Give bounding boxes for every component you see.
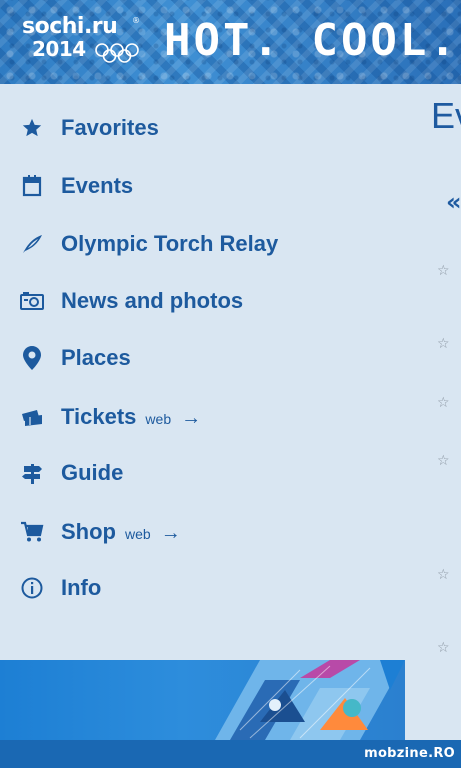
registered-mark: ® [132, 16, 140, 25]
menu-label: Guide [61, 460, 124, 485]
app-header: sochi.ru ® 2014 HOT. COOL. YO [0, 0, 461, 84]
signpost-icon [20, 461, 44, 485]
favorite-star-icon[interactable]: ☆ [437, 641, 450, 655]
calendar-icon [20, 174, 44, 198]
external-arrow-icon: → [181, 407, 202, 429]
torch-flame-icon [20, 232, 44, 256]
menu-item-events[interactable]: Events [0, 160, 400, 212]
peek-back-chevron[interactable]: « [446, 190, 461, 214]
watermark-text: mobzine.RO [364, 746, 455, 761]
menu-label: Shop [61, 519, 116, 544]
cart-icon [20, 520, 44, 544]
favorite-star-icon[interactable]: ☆ [437, 337, 450, 351]
menu-item-news-photos[interactable]: News and photos [0, 275, 400, 327]
logo-site-text: sochi.ru [22, 14, 118, 39]
map-pin-icon [20, 346, 44, 370]
menu-label: News and photos [61, 288, 244, 313]
star-icon [20, 116, 44, 140]
web-tag: web [145, 411, 172, 427]
peek-panel-title: Ev [431, 95, 461, 136]
menu-item-guide[interactable]: Guide [0, 447, 400, 499]
menu-label: Olympic Torch Relay [61, 231, 279, 256]
sochi-logo: sochi.ru ® 2014 [22, 16, 142, 68]
header-slogan: HOT. COOL. YO [164, 15, 461, 66]
menu-item-places[interactable]: Places [0, 332, 400, 384]
camera-news-icon [20, 289, 44, 313]
menu-label: Tickets [61, 404, 137, 429]
menu-item-favorites[interactable]: Favorites [0, 102, 400, 154]
info-icon [20, 576, 44, 600]
menu-item-shop[interactable]: Shop web → [0, 506, 400, 558]
menu-label: Favorites [61, 115, 159, 140]
menu-label: Events [61, 173, 134, 198]
menu-item-tickets[interactable]: Tickets web → [0, 391, 400, 443]
menu-item-torch-relay[interactable]: Olympic Torch Relay [0, 218, 400, 270]
menu-label: Info [61, 575, 102, 600]
tickets-icon [20, 405, 44, 429]
external-arrow-icon: → [160, 522, 181, 544]
menu-label: Places [61, 345, 131, 370]
olympic-rings-icon [95, 43, 139, 63]
logo-year-text: 2014 [32, 37, 86, 61]
favorite-star-icon[interactable]: ☆ [437, 264, 450, 278]
web-tag: web [125, 526, 151, 542]
menu-item-info[interactable]: Info [0, 562, 400, 614]
olympic-pattern-banner [0, 660, 405, 740]
favorite-star-icon[interactable]: ☆ [437, 396, 450, 410]
banner-pattern-art [215, 660, 405, 740]
favorite-star-icon[interactable]: ☆ [437, 568, 450, 582]
favorite-star-icon[interactable]: ☆ [437, 454, 450, 468]
